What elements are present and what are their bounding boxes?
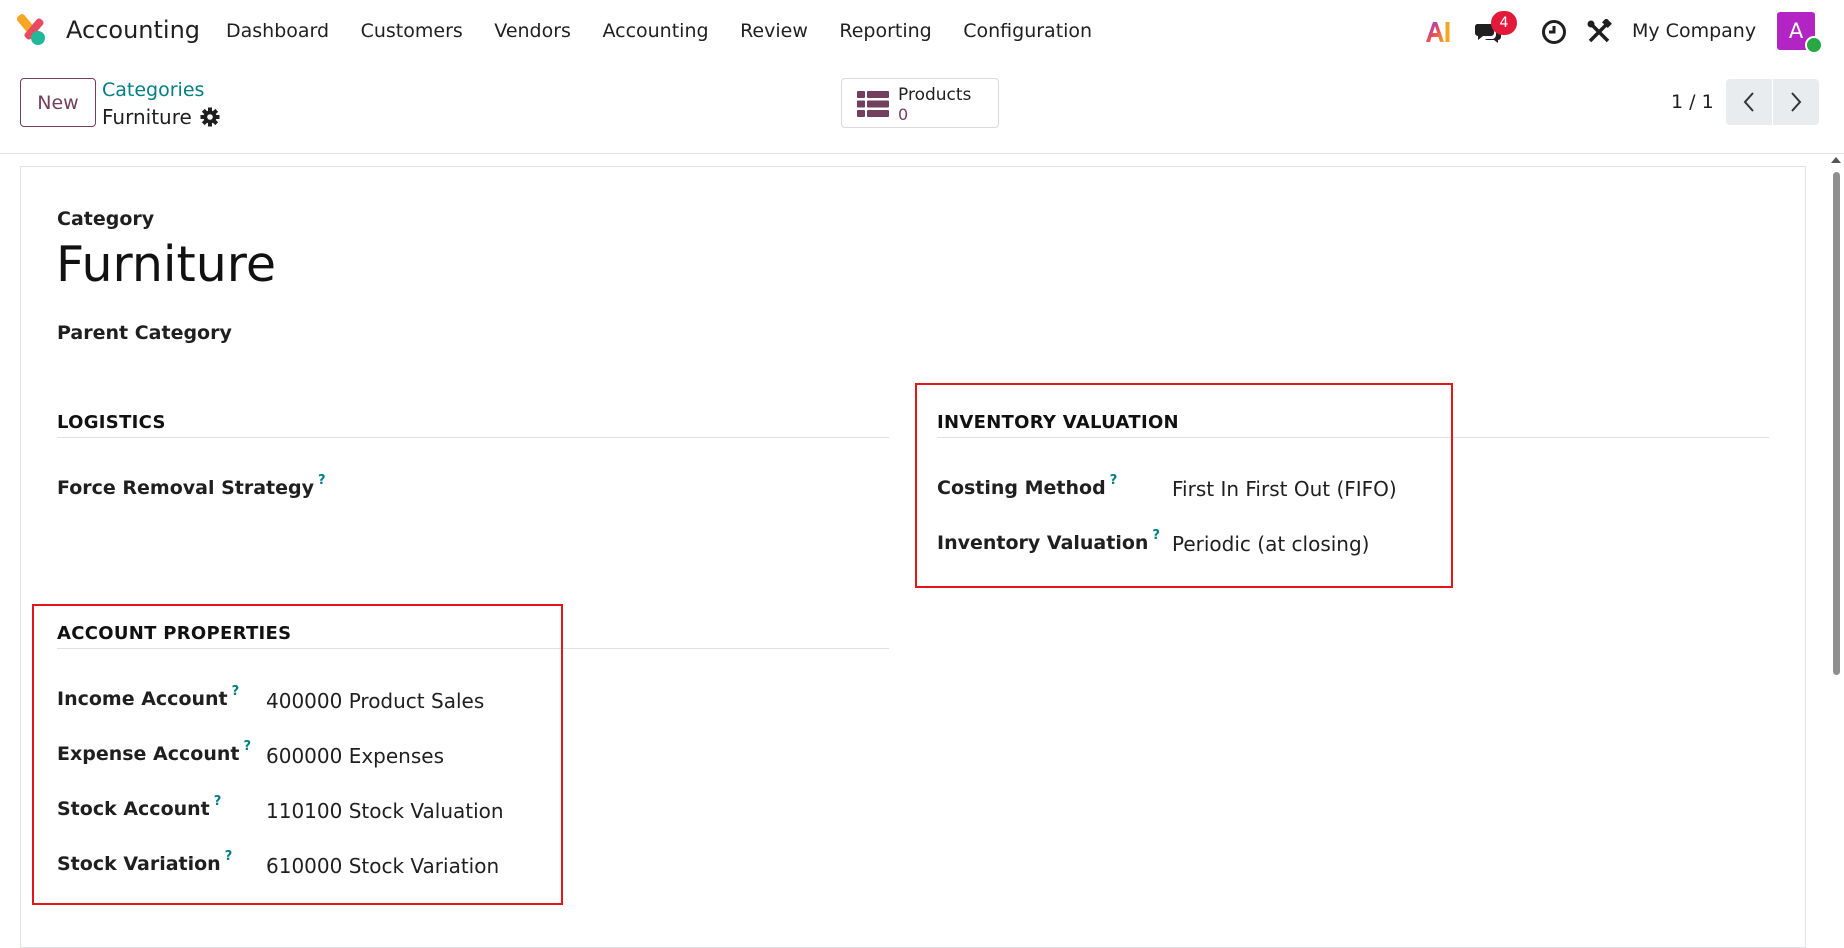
top-navbar: Accounting Dashboard Customers Vendors A… (0, 0, 1844, 63)
menu-dashboard[interactable]: Dashboard (226, 20, 329, 42)
category-name-field[interactable]: Furniture (56, 236, 276, 293)
list-icon (857, 91, 889, 117)
scroll-up-icon[interactable] (1831, 157, 1841, 163)
new-button[interactable]: New (20, 78, 96, 127)
breadcrumb-current: Furniture (102, 105, 192, 129)
accounts-highlight-box (32, 604, 563, 905)
products-label: Products (898, 85, 972, 105)
ai-icon[interactable] (1424, 18, 1452, 46)
menu-vendors[interactable]: Vendors (494, 20, 571, 42)
help-icon[interactable]: ? (318, 473, 326, 488)
menu-accounting[interactable]: Accounting (602, 20, 708, 42)
chevron-right-icon (1791, 92, 1802, 112)
online-status-icon (1805, 36, 1823, 54)
chevron-left-icon (1743, 92, 1754, 112)
company-switcher[interactable]: My Company (1632, 20, 1756, 42)
main-menu: Dashboard Customers Vendors Accounting R… (226, 20, 1124, 42)
app-logo-icon[interactable] (17, 14, 51, 48)
category-label: Category (57, 208, 155, 230)
scrollbar-thumb[interactable] (1833, 172, 1840, 675)
logistics-divider (57, 437, 889, 438)
menu-review[interactable]: Review (740, 20, 808, 42)
menu-configuration[interactable]: Configuration (963, 20, 1092, 42)
logistics-section-title: LOGISTICS (57, 412, 166, 433)
products-smart-button[interactable]: Products 0 (841, 78, 999, 128)
messages-badge: 4 (1491, 11, 1517, 35)
menu-reporting[interactable]: Reporting (839, 20, 931, 42)
clock-icon[interactable] (1540, 18, 1568, 46)
tools-icon[interactable] (1585, 18, 1613, 46)
menu-customers[interactable]: Customers (361, 20, 463, 42)
pager-next-button[interactable] (1773, 79, 1819, 125)
pager-previous-button[interactable] (1726, 79, 1772, 125)
parent-category-label: Parent Category (57, 322, 232, 344)
force-removal-strategy-label: Force Removal Strategy? (57, 473, 326, 499)
breadcrumb-categories[interactable]: Categories (102, 79, 204, 101)
pager-value[interactable]: 1 / 1 (1671, 91, 1714, 113)
gear-icon[interactable] (200, 107, 220, 127)
app-name[interactable]: Accounting (66, 16, 200, 44)
control-panel: New Categories Furniture Products 0 1 / … (0, 63, 1844, 154)
products-count: 0 (898, 105, 909, 124)
inventory-highlight-box (915, 383, 1453, 588)
